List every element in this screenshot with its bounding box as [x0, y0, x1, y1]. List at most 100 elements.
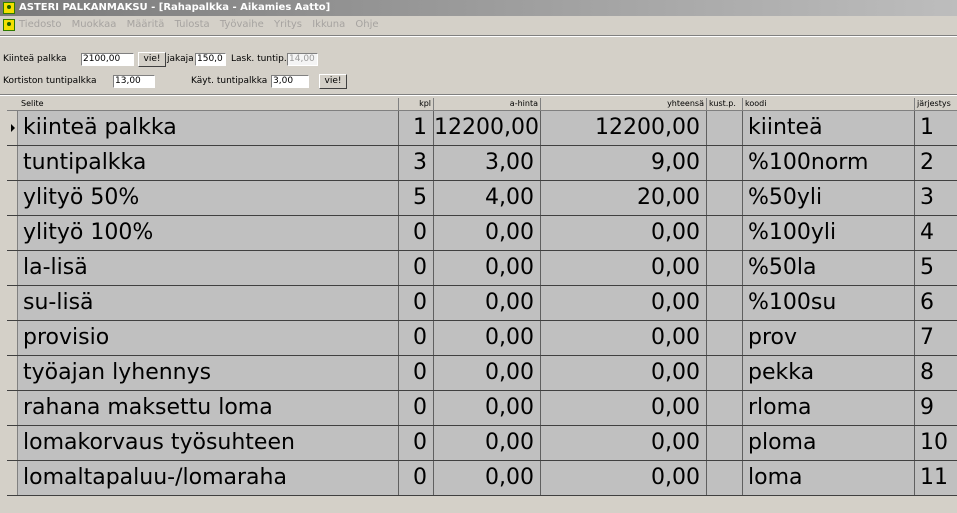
cell-selite[interactable]: rahana maksettu loma	[18, 391, 399, 425]
kortiston-tuntipalkka-input[interactable]: 13,00	[113, 75, 155, 88]
table-row[interactable]: la-lisä 0 0,00 0,00 %50la 5	[7, 251, 957, 286]
row-selector[interactable]	[7, 216, 18, 250]
table-row[interactable]: tuntipalkka 3 3,00 9,00 %100norm 2	[7, 146, 957, 181]
cell-a-hinta[interactable]: 0,00	[434, 461, 541, 495]
cell-koodi[interactable]: %100yli	[743, 216, 915, 250]
cell-koodi[interactable]: pekka	[743, 356, 915, 390]
cell-kust-p[interactable]	[707, 391, 743, 425]
cell-a-hinta[interactable]: 3,00	[434, 146, 541, 180]
cell-selite[interactable]: lomakorvaus työsuhteen	[18, 426, 399, 460]
cell-kust-p[interactable]	[707, 216, 743, 250]
cell-yhteensa[interactable]: 20,00	[541, 181, 707, 215]
cell-jarjestys[interactable]: 1	[915, 111, 957, 145]
row-selector[interactable]	[7, 146, 18, 180]
cell-kust-p[interactable]	[707, 426, 743, 460]
row-selector[interactable]	[7, 356, 18, 390]
row-selector[interactable]	[7, 391, 18, 425]
cell-a-hinta[interactable]: 12200,00	[434, 111, 541, 145]
row-selector[interactable]	[7, 321, 18, 355]
cell-kust-p[interactable]	[707, 286, 743, 320]
cell-a-hinta[interactable]: 0,00	[434, 321, 541, 355]
cell-selite[interactable]: ylityö 100%	[18, 216, 399, 250]
table-row[interactable]: provisio 0 0,00 0,00 prov 7	[7, 321, 957, 356]
cell-selite[interactable]: kiinteä palkka	[18, 111, 399, 145]
row-selector[interactable]	[7, 181, 18, 215]
kiintea-palkka-input[interactable]: 2100,00	[81, 53, 134, 66]
cell-jarjestys[interactable]: 5	[915, 251, 957, 285]
cell-yhteensa[interactable]: 0,00	[541, 321, 707, 355]
cell-kust-p[interactable]	[707, 111, 743, 145]
cell-koodi[interactable]: prov	[743, 321, 915, 355]
cell-a-hinta[interactable]: 0,00	[434, 356, 541, 390]
jakaja-input[interactable]: 150,0	[195, 53, 226, 66]
cell-koodi[interactable]: rloma	[743, 391, 915, 425]
menu-muokkaa[interactable]: Muokkaa	[72, 19, 117, 30]
menu-tiedosto[interactable]: Tiedosto	[19, 19, 61, 30]
cell-yhteensa[interactable]: 0,00	[541, 391, 707, 425]
cell-kpl[interactable]: 0	[399, 391, 434, 425]
cell-kpl[interactable]: 1	[399, 111, 434, 145]
cell-jarjestys[interactable]: 11	[915, 461, 957, 495]
cell-yhteensa[interactable]: 0,00	[541, 461, 707, 495]
table-row[interactable]: ylityö 100% 0 0,00 0,00 %100yli 4	[7, 216, 957, 251]
row-selector[interactable]	[7, 426, 18, 460]
table-row[interactable]: rahana maksettu loma 0 0,00 0,00 rloma 9	[7, 391, 957, 426]
cell-kust-p[interactable]	[707, 251, 743, 285]
cell-selite[interactable]: työajan lyhennys	[18, 356, 399, 390]
cell-kust-p[interactable]	[707, 321, 743, 355]
menu-tyovaihe[interactable]: Työvaihe	[220, 19, 264, 30]
cell-selite[interactable]: la-lisä	[18, 251, 399, 285]
menu-ikkuna[interactable]: Ikkuna	[312, 19, 345, 30]
cell-jarjestys[interactable]: 4	[915, 216, 957, 250]
vie-kiintea-button[interactable]: vie!	[138, 52, 166, 67]
cell-jarjestys[interactable]: 2	[915, 146, 957, 180]
cell-kust-p[interactable]	[707, 146, 743, 180]
cell-selite[interactable]: provisio	[18, 321, 399, 355]
cell-a-hinta[interactable]: 0,00	[434, 286, 541, 320]
cell-jarjestys[interactable]: 10	[915, 426, 957, 460]
cell-jarjestys[interactable]: 9	[915, 391, 957, 425]
cell-yhteensa[interactable]: 0,00	[541, 286, 707, 320]
table-row[interactable]: lomakorvaus työsuhteen 0 0,00 0,00 ploma 10	[7, 426, 957, 461]
header-koodi[interactable]: koodi	[743, 98, 915, 110]
cell-a-hinta[interactable]: 0,00	[434, 251, 541, 285]
vie-tuntipalkka-button[interactable]: vie!	[319, 74, 347, 89]
cell-kpl[interactable]: 0	[399, 461, 434, 495]
row-selector[interactable]	[7, 461, 18, 495]
menu-tulosta[interactable]: Tulosta	[175, 19, 210, 30]
cell-selite[interactable]: ylityö 50%	[18, 181, 399, 215]
table-row[interactable]: työajan lyhennys 0 0,00 0,00 pekka 8	[7, 356, 957, 391]
cell-kust-p[interactable]	[707, 461, 743, 495]
cell-yhteensa[interactable]: 0,00	[541, 426, 707, 460]
menu-ohje[interactable]: Ohje	[355, 19, 378, 30]
cell-yhteensa[interactable]: 0,00	[541, 356, 707, 390]
cell-kust-p[interactable]	[707, 181, 743, 215]
cell-kpl[interactable]: 0	[399, 426, 434, 460]
header-kust-p[interactable]: kust.p.	[707, 98, 743, 110]
cell-kpl[interactable]: 0	[399, 356, 434, 390]
cell-jarjestys[interactable]: 7	[915, 321, 957, 355]
header-yhteensa[interactable]: yhteensä	[541, 98, 707, 110]
cell-jarjestys[interactable]: 6	[915, 286, 957, 320]
cell-a-hinta[interactable]: 0,00	[434, 216, 541, 250]
cell-yhteensa[interactable]: 9,00	[541, 146, 707, 180]
cell-a-hinta[interactable]: 4,00	[434, 181, 541, 215]
cell-koodi[interactable]: ploma	[743, 426, 915, 460]
cell-koodi[interactable]: %100norm	[743, 146, 915, 180]
cell-yhteensa[interactable]: 12200,00	[541, 111, 707, 145]
cell-kust-p[interactable]	[707, 356, 743, 390]
header-selite[interactable]: Selite	[7, 98, 399, 110]
cell-koodi[interactable]: %100su	[743, 286, 915, 320]
cell-selite[interactable]: tuntipalkka	[18, 146, 399, 180]
cell-kpl[interactable]: 5	[399, 181, 434, 215]
cell-koodi[interactable]: %50la	[743, 251, 915, 285]
cell-koodi[interactable]: %50yli	[743, 181, 915, 215]
cell-kpl[interactable]: 0	[399, 321, 434, 355]
document-icon[interactable]	[3, 19, 15, 31]
table-row[interactable]: kiinteä palkka 1 12200,00 12200,00 kiinteä 1	[7, 111, 957, 146]
menu-yritys[interactable]: Yritys	[274, 19, 302, 30]
cell-selite[interactable]: su-lisä	[18, 286, 399, 320]
table-row[interactable]: ylityö 50% 5 4,00 20,00 %50yli 3	[7, 181, 957, 216]
row-selector[interactable]	[7, 251, 18, 285]
cell-yhteensa[interactable]: 0,00	[541, 251, 707, 285]
